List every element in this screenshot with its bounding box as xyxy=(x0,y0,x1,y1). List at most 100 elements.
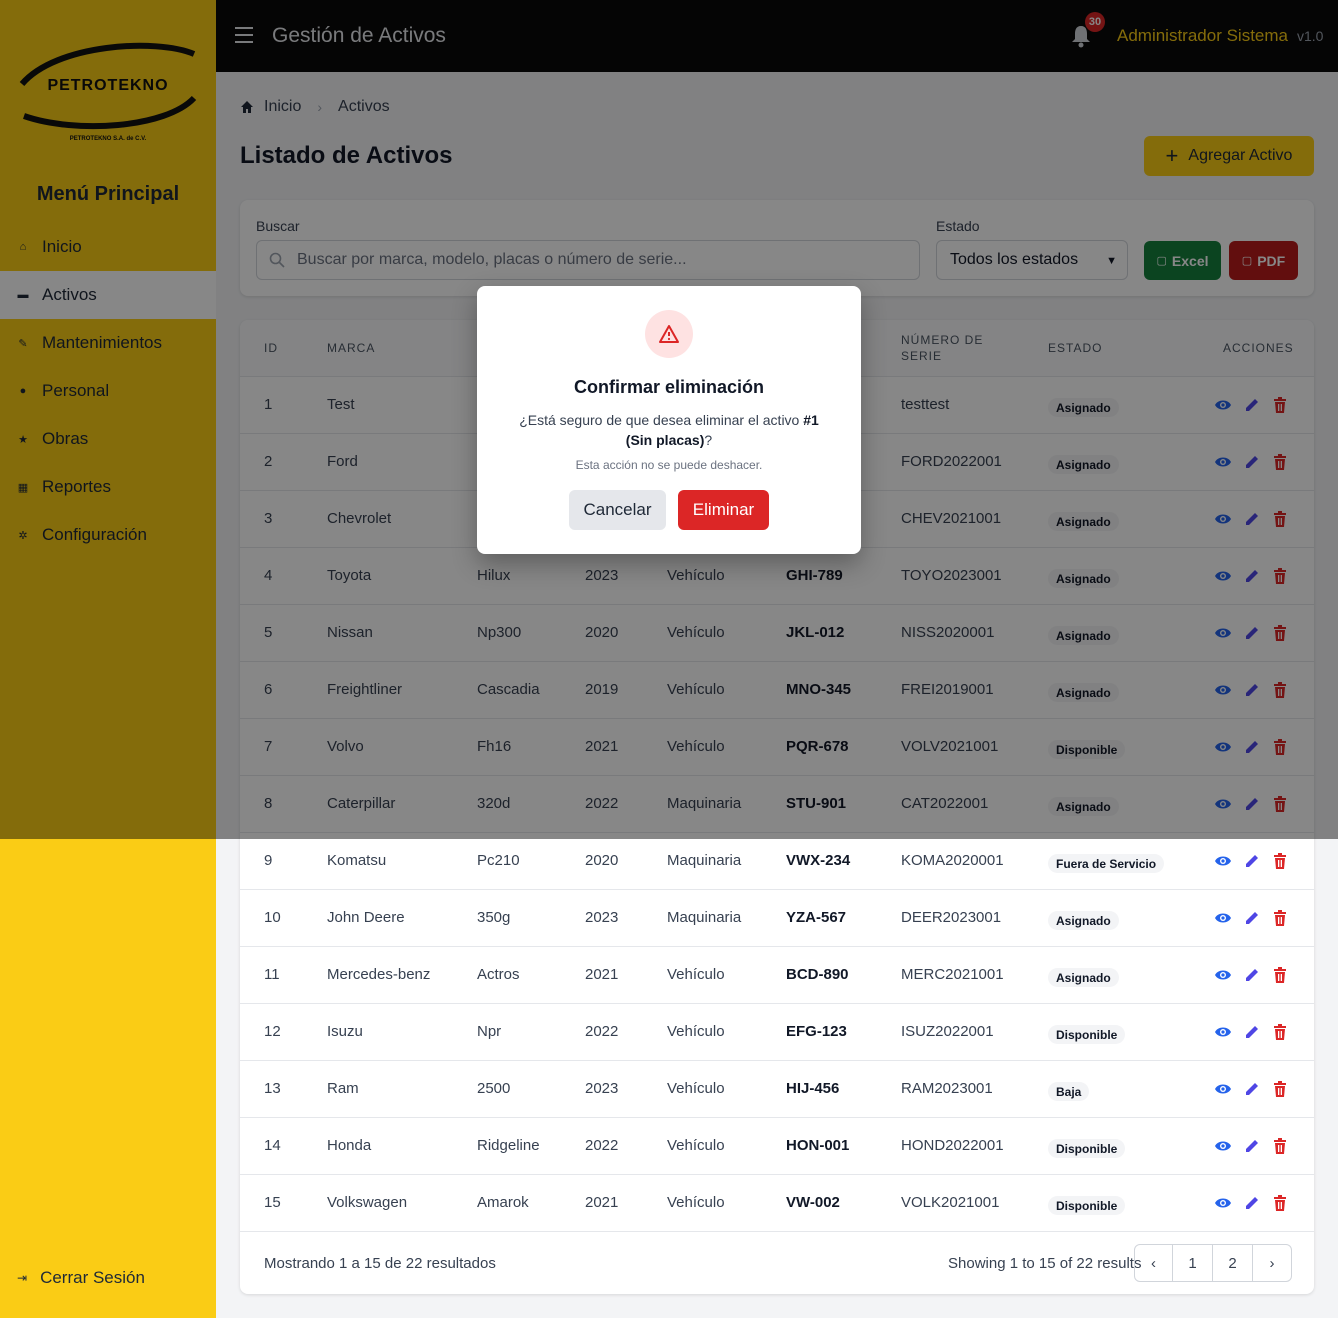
edit-icon[interactable] xyxy=(1243,909,1261,927)
cell-modelo: Pc210 xyxy=(477,852,520,869)
cell-serie: HOND2022001 xyxy=(901,1137,1004,1154)
pagination: ‹ 1 2 › xyxy=(1134,1244,1292,1282)
table-row: 9 Komatsu Pc210 2020 Maquinaria VWX-234 KOMA20… xyxy=(240,833,1314,890)
cell-marca: Honda xyxy=(327,1137,372,1154)
cell-placas: EFG-123 xyxy=(786,1023,847,1040)
dialog-message: ¿Está seguro de que desea eliminar el ac… xyxy=(519,412,819,448)
cell-tipo: Vehículo xyxy=(667,966,725,983)
view-icon[interactable] xyxy=(1214,1023,1232,1041)
cell-modelo: Npr xyxy=(477,1023,502,1040)
cell-modelo: 350g xyxy=(477,909,511,926)
status-badge: Asignado xyxy=(1048,968,1119,987)
cell-id: 12 xyxy=(264,1023,281,1040)
cell-anio: 2022 xyxy=(585,1023,619,1040)
logout-icon: ⇥ xyxy=(17,1271,28,1285)
view-icon[interactable] xyxy=(1214,1080,1232,1098)
cell-anio: 2020 xyxy=(585,852,619,869)
cell-marca: John Deere xyxy=(327,909,405,926)
table-row: 11 Mercedes-benz Actros 2021 Vehículo BCD-890… xyxy=(240,947,1314,1004)
cell-marca: Ram xyxy=(327,1080,359,1097)
view-icon[interactable] xyxy=(1214,852,1232,870)
status-badge: Fuera de Servicio xyxy=(1048,854,1165,873)
status-badge: Asignado xyxy=(1048,911,1119,930)
view-icon[interactable] xyxy=(1214,1194,1232,1212)
results-summary: Mostrando 1 a 15 de 22 resultados xyxy=(264,1255,496,1272)
cell-serie: ISUZ2022001 xyxy=(901,1023,994,1040)
cell-modelo: Amarok xyxy=(477,1194,529,1211)
table-row: 15 Volkswagen Amarok 2021 Vehículo VW-002 VOLK… xyxy=(240,1175,1314,1232)
cell-placas: HON-001 xyxy=(786,1137,850,1154)
cell-placas: VW-002 xyxy=(786,1194,840,1211)
cell-id: 15 xyxy=(264,1194,281,1211)
cell-tipo: Vehículo xyxy=(667,1023,725,1040)
cell-placas: BCD-890 xyxy=(786,966,849,983)
table-row: 10 John Deere 350g 2023 Maquinaria YZA-567 DEE… xyxy=(240,890,1314,947)
warning-icon xyxy=(645,310,693,358)
table-row: 14 Honda Ridgeline 2022 Vehículo HON-001 HOND2… xyxy=(240,1118,1314,1175)
delete-icon[interactable] xyxy=(1271,852,1289,870)
prev-page-button[interactable]: ‹ xyxy=(1135,1245,1173,1281)
view-icon[interactable] xyxy=(1214,966,1232,984)
delete-icon[interactable] xyxy=(1271,1080,1289,1098)
dialog-title: Confirmar eliminación xyxy=(573,377,765,397)
table-row: 13 Ram 2500 2023 Vehículo HIJ-456 RAM2023001 Ba… xyxy=(240,1061,1314,1118)
cell-id: 9 xyxy=(264,852,273,869)
dialog-note: Esta acción no se puede deshacer. xyxy=(575,458,763,472)
delete-icon[interactable] xyxy=(1271,1023,1289,1041)
results-summary-en: Showing 1 to 15 of 22 results xyxy=(948,1255,1142,1272)
delete-icon[interactable] xyxy=(1271,1194,1289,1212)
next-page-button[interactable]: › xyxy=(1253,1245,1291,1281)
cell-tipo: Vehículo xyxy=(667,1137,725,1154)
cell-anio: 2021 xyxy=(585,966,619,983)
status-badge: Disponible xyxy=(1048,1196,1126,1215)
logout-label: Cerrar Sesión xyxy=(40,1268,145,1287)
cell-serie: KOMA2020001 xyxy=(901,852,1004,869)
cell-id: 13 xyxy=(264,1080,281,1097)
delete-icon[interactable] xyxy=(1271,966,1289,984)
cancel-button[interactable]: Cancelar xyxy=(569,490,666,530)
status-badge: Baja xyxy=(1048,1082,1090,1101)
cell-tipo: Vehículo xyxy=(667,1194,725,1211)
page-button-2[interactable]: 2 xyxy=(1213,1245,1253,1281)
edit-icon[interactable] xyxy=(1243,1194,1261,1212)
delete-icon[interactable] xyxy=(1271,909,1289,927)
confirm-delete-button[interactable]: Eliminar xyxy=(678,490,769,530)
cell-serie: VOLK2021001 xyxy=(901,1194,1000,1211)
cell-placas: HIJ-456 xyxy=(786,1080,840,1097)
cell-anio: 2021 xyxy=(585,1194,619,1211)
cell-marca: Komatsu xyxy=(327,852,387,869)
view-icon[interactable] xyxy=(1214,909,1232,927)
edit-icon[interactable] xyxy=(1243,1023,1261,1041)
cell-serie: MERC2021001 xyxy=(901,966,1004,983)
edit-icon[interactable] xyxy=(1243,1080,1261,1098)
cell-tipo: Maquinaria xyxy=(667,909,742,926)
edit-icon[interactable] xyxy=(1243,1137,1261,1155)
chevron-left-icon: ‹ xyxy=(1151,1254,1156,1272)
cell-marca: Mercedes-benz xyxy=(327,966,431,983)
cell-modelo: Actros xyxy=(477,966,520,983)
cell-id: 11 xyxy=(264,966,280,983)
chevron-right-icon: › xyxy=(1269,1254,1275,1272)
logout-button[interactable]: ⇥ Cerrar Sesión xyxy=(17,1268,145,1288)
status-badge: Disponible xyxy=(1048,1139,1126,1158)
confirm-delete-dialog: Confirmar eliminación ¿Está seguro de qu… xyxy=(477,286,861,554)
cell-tipo: Maquinaria xyxy=(667,852,742,869)
cell-id: 10 xyxy=(264,909,281,926)
cell-marca: Volkswagen xyxy=(327,1194,408,1211)
edit-icon[interactable] xyxy=(1243,852,1261,870)
cell-anio: 2022 xyxy=(585,1137,619,1154)
cell-anio: 2023 xyxy=(585,909,619,926)
edit-icon[interactable] xyxy=(1243,966,1261,984)
cell-tipo: Vehículo xyxy=(667,1080,725,1097)
page-button-1[interactable]: 1 xyxy=(1173,1245,1213,1281)
table-row: 12 Isuzu Npr 2022 Vehículo EFG-123 ISUZ2022001… xyxy=(240,1004,1314,1061)
cell-anio: 2023 xyxy=(585,1080,619,1097)
delete-icon[interactable] xyxy=(1271,1137,1289,1155)
cell-serie: DEER2023001 xyxy=(901,909,1002,926)
status-badge: Disponible xyxy=(1048,1025,1126,1044)
cell-serie: RAM2023001 xyxy=(901,1080,993,1097)
view-icon[interactable] xyxy=(1214,1137,1232,1155)
cell-placas: VWX-234 xyxy=(786,852,851,869)
cell-id: 14 xyxy=(264,1137,281,1154)
cell-modelo: 2500 xyxy=(477,1080,511,1097)
